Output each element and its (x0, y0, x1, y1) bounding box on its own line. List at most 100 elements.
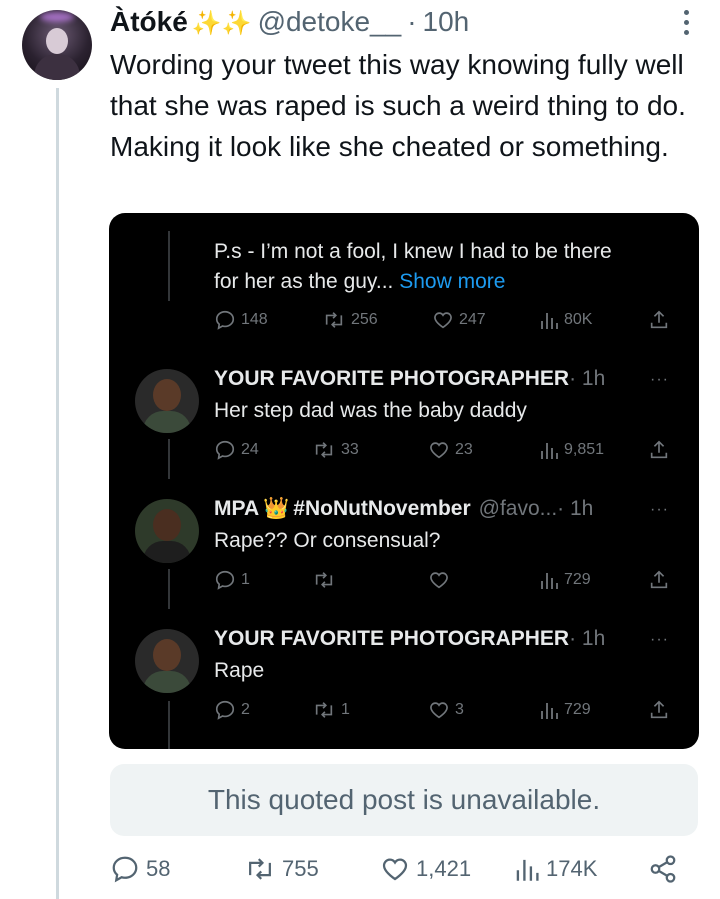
reply-actions: 24 33 23 9,851 (214, 439, 674, 463)
heart-icon (430, 572, 448, 589)
reply-header: MPA 👑 #NoNutNovember @favo... · 1h (214, 497, 593, 521)
reply-button[interactable]: 148 (214, 309, 268, 331)
repost-count: 256 (351, 311, 378, 328)
share-icon (650, 855, 676, 883)
share-icon (650, 700, 668, 719)
avatar[interactable] (22, 10, 92, 80)
reply-button[interactable]: 58 (110, 854, 170, 884)
reply-author-name[interactable]: MPA (214, 497, 259, 521)
avatar-body (34, 54, 80, 80)
share-button[interactable] (648, 309, 670, 331)
repost-button[interactable]: 1 (312, 699, 350, 721)
reply-text: Her step dad was the baby daddy (214, 399, 527, 422)
reply-avatar[interactable] (135, 499, 199, 563)
unavailable-text: This quoted post is unavailable. (207, 784, 601, 815)
views-button[interactable]: 729 (539, 569, 591, 591)
author-name[interactable]: Àtóké (110, 6, 188, 38)
like-count: 1,421 (416, 856, 472, 881)
share-button[interactable] (648, 854, 678, 884)
tweet-media-image[interactable]: P.s - I’m not a fool, I knew I had to be… (109, 213, 699, 749)
reply-header: YOUR FAVORITE PHOTOGRAPHER · 1h (214, 367, 605, 391)
reply-time: · 1h (569, 367, 606, 390)
thread-connector (168, 231, 170, 301)
repost-count: 755 (282, 856, 319, 881)
more-options-icon[interactable]: ··· (650, 371, 669, 389)
repost-icon (315, 572, 333, 588)
views-count: 729 (564, 571, 591, 588)
like-button[interactable]: 247 (432, 309, 486, 331)
heart-icon (430, 442, 448, 459)
reply-button[interactable]: 2 (214, 699, 250, 721)
views-icon (541, 703, 558, 719)
tweet-header: Àtóké ✨✨ @detoke__ · 10h (110, 6, 680, 38)
reply-count: 2 (241, 701, 250, 718)
views-button[interactable]: 729 (539, 699, 591, 721)
reply-author-handle[interactable]: @favo... (479, 497, 558, 521)
more-options-icon[interactable]: ··· (650, 631, 669, 649)
repost-button[interactable] (312, 569, 341, 591)
views-icon (541, 443, 558, 459)
avatar-glow (40, 12, 74, 22)
reply-avatar[interactable] (135, 369, 199, 433)
author-handle[interactable]: @detoke__ (258, 6, 402, 38)
reply-actions: 1 729 (214, 569, 674, 593)
tweet-text: Wording your tweet this way knowing full… (110, 49, 686, 162)
reply-icon (215, 440, 235, 460)
share-button[interactable] (648, 569, 670, 591)
repost-icon (315, 442, 333, 458)
reply-icon (215, 570, 235, 590)
repost-count: 33 (341, 441, 359, 458)
heart-icon (382, 858, 408, 881)
reply-author-hashtag: #NoNutNovember (293, 497, 471, 520)
reply-author-name[interactable]: YOUR FAVORITE PHOTOGRAPHER (214, 367, 569, 391)
timestamp[interactable]: 10h (423, 6, 470, 38)
views-button[interactable]: 9,851 (539, 439, 604, 461)
avatar-head (46, 28, 68, 54)
views-button[interactable]: 174K (514, 854, 597, 884)
repost-icon (249, 858, 271, 880)
share-button[interactable] (648, 439, 670, 461)
quoted-post-unavailable: This quoted post is unavailable. (110, 764, 698, 836)
like-count: 3 (455, 701, 464, 718)
like-button[interactable]: 1,421 (380, 854, 471, 884)
separator: · (407, 6, 417, 37)
like-button[interactable] (428, 569, 455, 591)
sparkles-emoji: ✨✨ (191, 10, 252, 37)
reply-actions: 2 1 3 729 (214, 699, 674, 723)
reply-avatar[interactable] (135, 629, 199, 693)
views-count: 80K (564, 311, 593, 328)
share-button[interactable] (648, 699, 670, 721)
repost-button[interactable]: 33 (312, 439, 359, 461)
reply-icon (215, 310, 235, 330)
reply-button[interactable]: 24 (214, 439, 259, 461)
reply-count: 148 (241, 311, 268, 328)
more-options-icon[interactable] (684, 10, 690, 35)
views-count: 174K (546, 856, 598, 881)
reply-text: Rape?? Or consensual? (214, 529, 441, 552)
views-count: 729 (564, 701, 591, 718)
reply-icon (112, 856, 138, 883)
reply-count: 58 (146, 856, 171, 881)
tweet-actions: 58 755 1,421 174K (110, 854, 700, 892)
thread-connector (168, 439, 170, 479)
repost-icon (315, 702, 333, 718)
like-button[interactable]: 23 (428, 439, 473, 461)
reply-text: Rape (214, 659, 265, 682)
reply-header: YOUR FAVORITE PHOTOGRAPHER · 1h (214, 627, 605, 651)
views-button[interactable]: 80K (539, 309, 592, 331)
thread-connector (168, 569, 170, 609)
more-options-icon[interactable]: ··· (650, 501, 669, 519)
reply-icon (215, 700, 235, 720)
show-more-link[interactable]: Show more (399, 270, 505, 293)
reply-button[interactable]: 1 (214, 569, 250, 591)
like-button[interactable]: 3 (428, 699, 464, 721)
heart-icon (430, 702, 448, 719)
thread-connector (168, 701, 170, 749)
like-count: 23 (455, 441, 473, 458)
crown-emoji: 👑 (263, 497, 290, 520)
repost-button[interactable]: 256 (322, 309, 378, 331)
share-icon (650, 570, 668, 589)
reply-author-name[interactable]: YOUR FAVORITE PHOTOGRAPHER (214, 627, 569, 651)
reply-count: 24 (241, 441, 259, 458)
repost-button[interactable]: 755 (244, 854, 319, 884)
